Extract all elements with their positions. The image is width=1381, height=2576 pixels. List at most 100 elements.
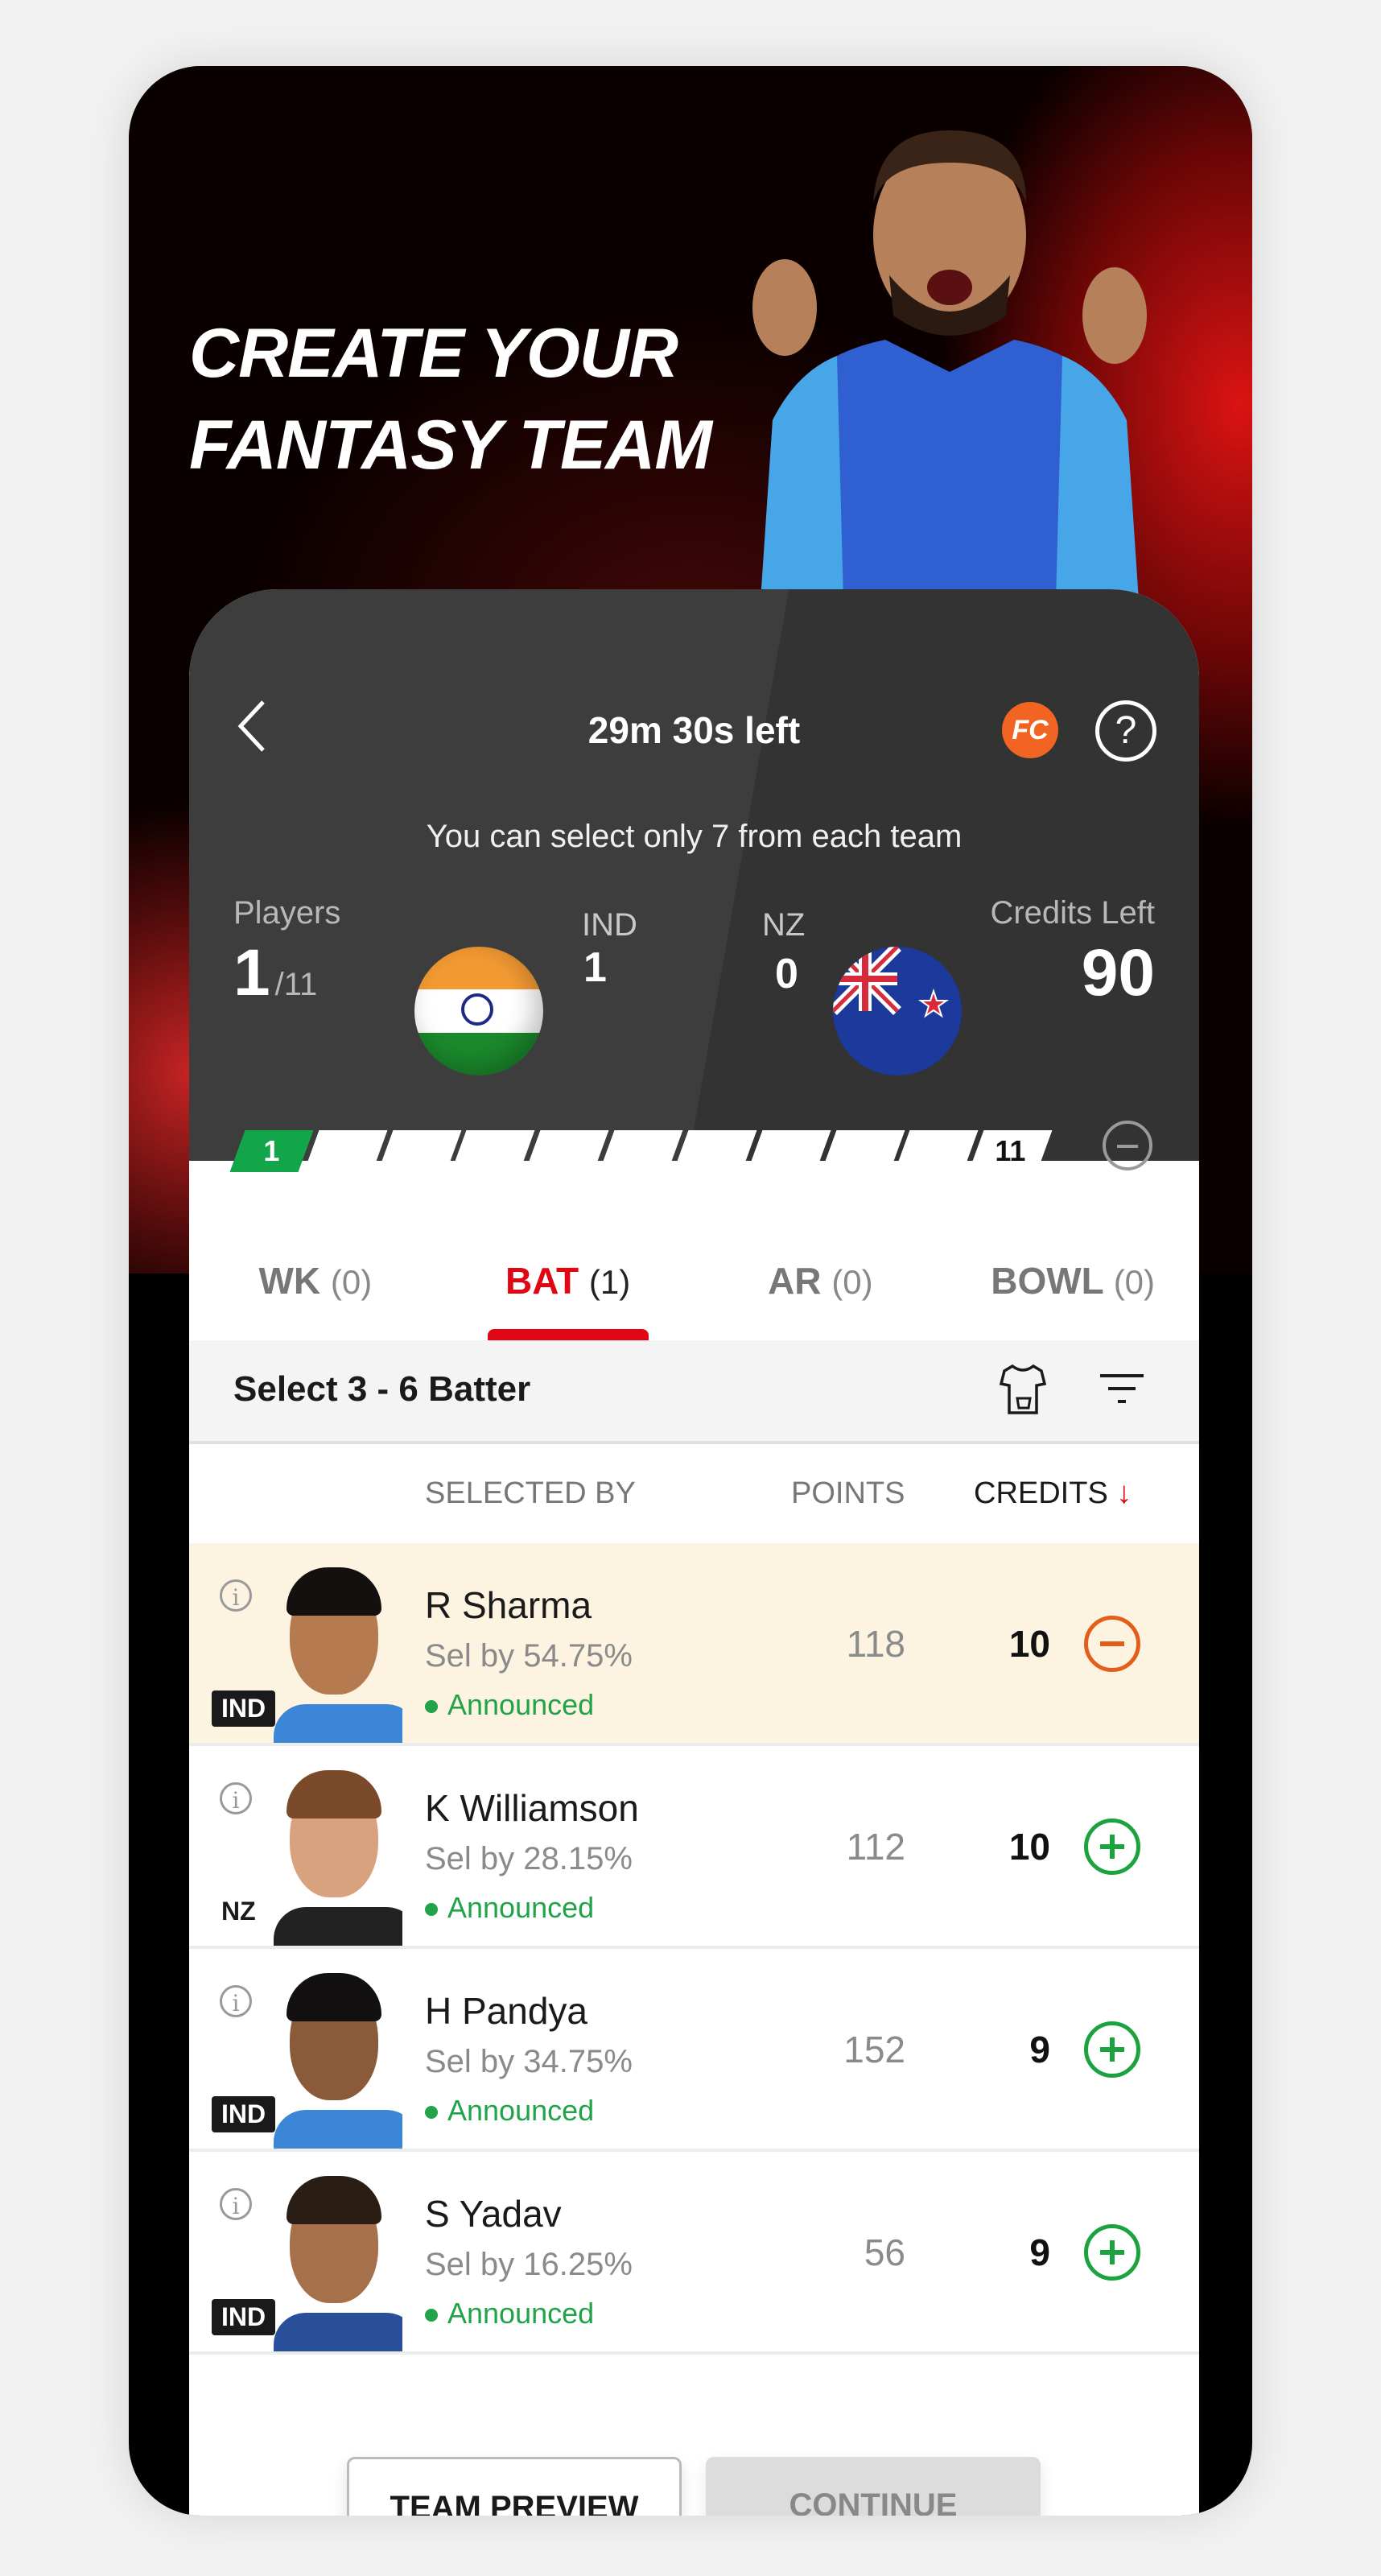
tab-label: BAT — [505, 1260, 579, 1302]
player-row[interactable]: i IND R Sharma Sel by 54.75% Announced 118 10 — [189, 1543, 1199, 1746]
player-name: R Sharma — [425, 1584, 592, 1626]
match-header: 29m 30s left FC ? You can select only 7 … — [189, 589, 1199, 1172]
hero-player-image: INDIA — [752, 130, 1147, 662]
lineup-status: Announced — [425, 1891, 594, 1925]
player-row[interactable]: i IND H Pandya Sel by 34.75% Announced 152 9 — [189, 1949, 1199, 2152]
sel-by-value: 16.25% — [523, 2247, 633, 2282]
progress-segment: 1 — [229, 1130, 314, 1172]
sel-by-label: Sel by — [425, 1638, 515, 1674]
clear-selection-icon[interactable] — [1103, 1121, 1152, 1170]
tab-ar[interactable]: AR (0) — [695, 1227, 947, 1340]
status-dot-icon — [425, 2106, 438, 2120]
tab-label: BOWL — [991, 1260, 1103, 1302]
column-headers: SELECTED BY POINTS CREDITS ↓ — [189, 1444, 1199, 1543]
help-icon[interactable]: ? — [1095, 700, 1156, 762]
team-builder-card: 29m 30s left FC ? You can select only 7 … — [189, 589, 1199, 2516]
team1-code: IND — [582, 907, 637, 943]
continue-button[interactable]: CONTINUE — [706, 2457, 1041, 2516]
role-tabs: WK (0) BAT (1) AR (0) BOWL (0) — [189, 1227, 1199, 1340]
tab-count: (0) — [1113, 1263, 1156, 1301]
progress-segment — [451, 1130, 535, 1172]
team-badge: IND — [212, 1690, 276, 1727]
avatar-hair — [287, 1567, 381, 1616]
status-text: Announced — [447, 1688, 595, 1721]
team1-count: 1 — [583, 944, 607, 991]
player-points: 56 — [864, 2231, 905, 2273]
hero-title: CREATE YOUR FANTASY TEAM — [189, 308, 712, 491]
credits-left-value: 90 — [1081, 936, 1155, 1009]
status-text: Announced — [447, 2297, 595, 2330]
avatar-hair — [287, 1770, 381, 1818]
credits-header[interactable]: CREDITS ↓ — [974, 1476, 1132, 1511]
status-text: Announced — [447, 2094, 595, 2127]
add-player-icon[interactable] — [1084, 2021, 1140, 2078]
credits-left-label: Credits Left — [990, 895, 1155, 931]
tab-bowl[interactable]: BOWL (0) — [946, 1227, 1199, 1340]
india-flag-icon — [414, 947, 543, 1075]
player-avatar — [266, 2176, 402, 2351]
player-avatar — [266, 1567, 402, 1743]
player-row[interactable]: i IND S Yadav Sel by 16.25% Announced 56 9 — [189, 2152, 1199, 2355]
tab-count: (0) — [330, 1263, 373, 1301]
player-name: K Williamson — [425, 1787, 639, 1829]
tab-label: AR — [768, 1260, 822, 1302]
sel-by-label: Sel by — [425, 1841, 515, 1876]
players-max: /11 — [274, 967, 318, 1002]
selection-bar: Select 3 - 6 Batter — [189, 1340, 1199, 1444]
lineup-status: Announced — [425, 2297, 594, 2330]
jersey-icon[interactable] — [998, 1363, 1048, 1416]
selected-by-header[interactable]: SELECTED BY — [425, 1476, 636, 1511]
lineup-status: Announced — [425, 2094, 594, 2128]
lineup-status: Announced — [425, 1688, 594, 1722]
progress-segment — [821, 1130, 905, 1172]
avatar-shirt — [274, 2110, 402, 2149]
players-count: 1/11 — [233, 935, 317, 1011]
sort-arrow-icon: ↓ — [1116, 1476, 1132, 1510]
credits-header-label: CREDITS — [974, 1476, 1108, 1510]
info-icon[interactable]: i — [220, 1985, 252, 2017]
add-player-icon[interactable] — [1084, 1818, 1140, 1875]
status-dot-icon — [425, 2309, 438, 2322]
info-icon[interactable]: i — [220, 2188, 252, 2220]
filter-icon[interactable] — [1100, 1373, 1144, 1408]
player-avatar — [266, 1973, 402, 2149]
selected-by: Sel by 34.75% — [425, 2044, 633, 2080]
progress-segment — [303, 1130, 388, 1172]
info-icon[interactable]: i — [220, 1579, 252, 1612]
team-limit-rule: You can select only 7 from each team — [426, 819, 963, 854]
progress-segment — [673, 1130, 757, 1172]
team-badge: IND — [212, 2299, 276, 2335]
tab-bat[interactable]: BAT (1) — [442, 1227, 695, 1340]
player-points: 152 — [843, 2029, 905, 2070]
player-credits: 10 — [1008, 1826, 1050, 1868]
progress-segment — [599, 1130, 683, 1172]
fc-coin-icon[interactable]: FC — [1002, 702, 1058, 758]
team-preview-button[interactable]: TEAM PREVIEW — [347, 2457, 682, 2516]
status-dot-icon — [425, 1903, 438, 1917]
player-credits: 9 — [1029, 2231, 1050, 2273]
player-row[interactable]: i NZ K Williamson Sel by 28.15% Announced 112… — [189, 1746, 1199, 1949]
remove-player-icon[interactable] — [1084, 1616, 1140, 1672]
new-zealand-flag-icon — [833, 947, 962, 1075]
points-header[interactable]: POINTS — [791, 1476, 905, 1511]
selected-by: Sel by 16.25% — [425, 2247, 633, 2283]
player-points: 118 — [846, 1623, 905, 1665]
player-name: H Pandya — [425, 1990, 588, 2032]
status-dot-icon — [425, 1700, 438, 1714]
add-player-icon[interactable] — [1084, 2224, 1140, 2281]
player-list: i IND R Sharma Sel by 54.75% Announced 118 10 i… — [189, 1543, 1199, 2355]
selected-by: Sel by 28.15% — [425, 1841, 633, 1877]
avatar-shirt — [274, 1704, 402, 1743]
selected-by: Sel by 54.75% — [425, 1638, 633, 1674]
info-icon[interactable]: i — [220, 1782, 252, 1814]
tab-label: WK — [258, 1260, 321, 1302]
player-credits: 9 — [1029, 2029, 1050, 2070]
avatar-shirt — [274, 1907, 402, 1946]
tab-wk[interactable]: WK (0) — [189, 1227, 442, 1340]
progress-segment — [377, 1130, 461, 1172]
selection-progress-bar: 1 11 — [229, 1130, 1053, 1172]
players-label: Players — [233, 895, 341, 931]
team2-count: 0 — [775, 951, 798, 997]
phone-frame: CREATE YOUR FANTASY TEAM INDIA 29m 30s l… — [129, 66, 1252, 2516]
team-badge: NZ — [221, 1897, 256, 1926]
